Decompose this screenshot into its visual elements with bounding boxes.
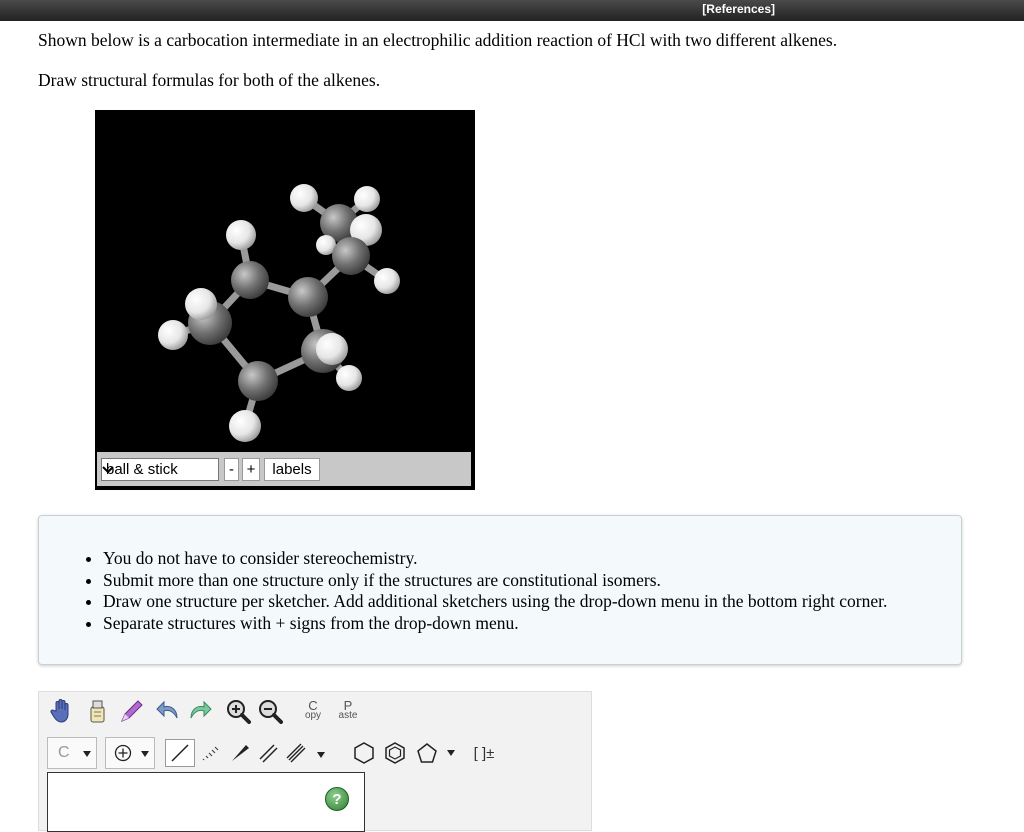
help-button[interactable]: ? bbox=[325, 787, 349, 811]
zoom-out-icon bbox=[259, 700, 283, 724]
wedge-bond-icon bbox=[232, 745, 249, 761]
pentagon-icon bbox=[417, 743, 437, 763]
display-style-select[interactable]: ball & stick bbox=[101, 458, 219, 481]
benzene-button[interactable] bbox=[382, 739, 408, 767]
molecule-3d-model[interactable] bbox=[95, 110, 475, 452]
references-link[interactable]: [References] bbox=[702, 2, 775, 16]
copy-button[interactable]: C opy bbox=[298, 697, 328, 725]
instructions-box: You do not have to consider stereochemis… bbox=[38, 515, 962, 665]
zoom-out-tool-button[interactable] bbox=[257, 697, 283, 725]
zoom-in-button[interactable]: + bbox=[242, 458, 260, 481]
triple-bond-button[interactable] bbox=[283, 739, 309, 767]
cyclohexane-button[interactable] bbox=[351, 739, 377, 767]
single-bond-icon bbox=[171, 744, 189, 762]
question-instruction: Draw structural formulas for both of the… bbox=[38, 70, 381, 90]
charge-selector[interactable] bbox=[105, 737, 155, 769]
chevron-down-icon bbox=[102, 466, 114, 474]
marker-tool-button[interactable] bbox=[119, 697, 145, 725]
chevron-down-icon[interactable] bbox=[317, 752, 325, 758]
double-bond-button[interactable] bbox=[255, 739, 281, 767]
wedge-bond-button[interactable] bbox=[227, 739, 253, 767]
undo-button[interactable] bbox=[155, 697, 181, 725]
plus-circle-icon bbox=[114, 744, 132, 762]
undo-icon bbox=[156, 700, 178, 719]
structure-sketcher: C opy P aste C []± ? bbox=[38, 691, 592, 832]
labels-button[interactable]: labels bbox=[264, 458, 320, 481]
triple-bond-icon bbox=[286, 743, 306, 763]
redo-button[interactable] bbox=[187, 697, 213, 725]
instruction-item: Separate structures with + signs from th… bbox=[103, 613, 887, 635]
display-style-value: ball & stick bbox=[106, 461, 178, 478]
atoms bbox=[158, 184, 400, 442]
instruction-item: Submit more than one structure only if t… bbox=[103, 570, 887, 592]
zoom-in-icon bbox=[227, 700, 251, 724]
zoom-out-button[interactable]: - bbox=[224, 458, 239, 481]
instruction-item: Draw one structure per sketcher. Add add… bbox=[103, 591, 887, 613]
zoom-in-tool-button[interactable] bbox=[225, 697, 251, 725]
chevron-down-icon bbox=[83, 751, 91, 757]
cyclopentane-button[interactable] bbox=[414, 739, 440, 767]
double-bond-icon bbox=[259, 744, 278, 763]
single-bond-button[interactable] bbox=[165, 739, 195, 767]
atom-selector[interactable]: C bbox=[47, 737, 97, 769]
marker-icon bbox=[121, 700, 143, 722]
chevron-down-icon[interactable] bbox=[447, 750, 455, 756]
bond-tools bbox=[163, 737, 337, 769]
viewer-controls: ball & stick - + labels bbox=[97, 452, 471, 486]
molecule-viewer[interactable]: ball & stick - + labels bbox=[95, 110, 475, 490]
copy-label-bottom: opy bbox=[304, 710, 322, 721]
hand-icon bbox=[50, 699, 69, 723]
eraser-tool-button[interactable] bbox=[84, 697, 110, 725]
question-text: Shown below is a carbocation intermediat… bbox=[38, 30, 838, 50]
charge-bracket-button[interactable]: [ ]± bbox=[467, 739, 501, 767]
hand-tool-button[interactable] bbox=[49, 697, 75, 725]
chevron-down-icon bbox=[141, 751, 149, 757]
hashed-bond-button[interactable] bbox=[197, 739, 223, 767]
hashed-bond-icon bbox=[202, 746, 219, 761]
eraser-icon bbox=[90, 700, 105, 723]
instruction-item: You do not have to consider stereochemis… bbox=[103, 548, 887, 570]
top-bar: [References] bbox=[0, 0, 1024, 21]
paste-button[interactable]: P aste bbox=[333, 697, 363, 725]
instructions-list: You do not have to consider stereochemis… bbox=[39, 548, 887, 634]
redo-icon bbox=[190, 700, 212, 719]
sketch-canvas[interactable] bbox=[47, 772, 365, 832]
atom-selector-value: C bbox=[58, 744, 70, 761]
benzene-icon bbox=[385, 742, 405, 764]
hexagon-icon bbox=[354, 742, 374, 764]
paste-label-bottom: aste bbox=[338, 710, 358, 721]
